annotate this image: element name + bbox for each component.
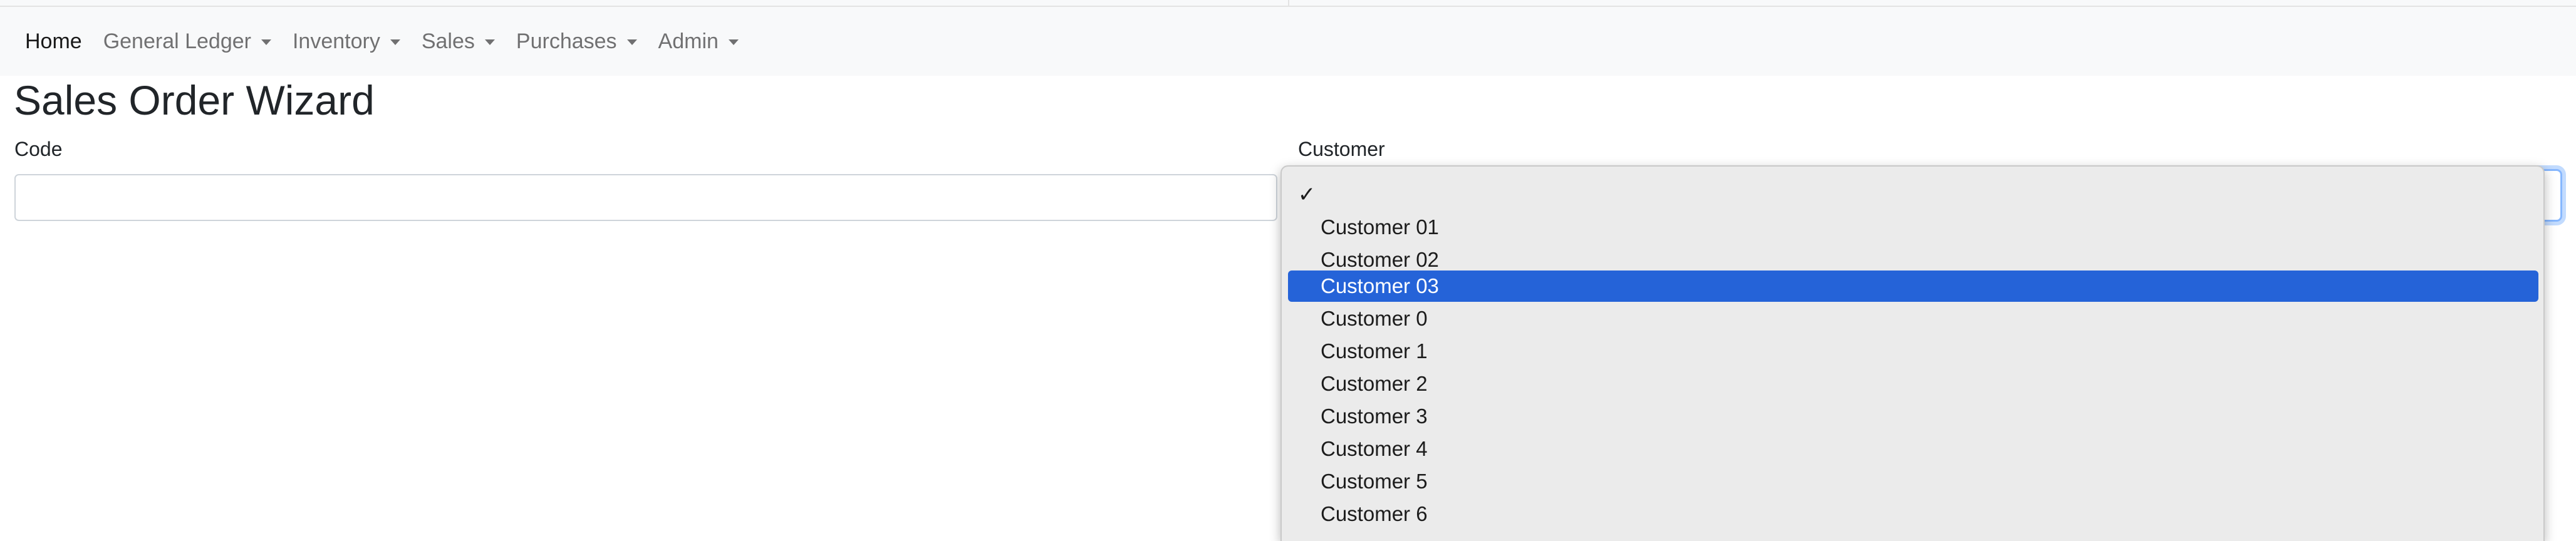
customer-option[interactable]: Customer 2 [1288, 368, 2538, 399]
option-label: Customer 03 [1321, 274, 1439, 297]
option-label: Customer 5 [1321, 470, 1428, 493]
nav-item-label: General Ledger [103, 29, 251, 53]
option-label: Customer 2 [1321, 372, 1428, 395]
customer-option-empty[interactable]: ✓ [1288, 179, 2538, 210]
code-input[interactable] [14, 174, 1277, 221]
option-label: Customer 0 [1321, 307, 1428, 330]
customer-option[interactable]: Customer 01 [1288, 212, 2538, 243]
customer-option[interactable]: Customer 3 [1288, 401, 2538, 432]
nav-item-inventory[interactable]: Inventory [293, 29, 400, 54]
nav-item-general-ledger[interactable]: General Ledger [103, 29, 271, 54]
customer-option[interactable]: Customer 4 [1288, 433, 2538, 465]
caret-down-icon [261, 39, 271, 45]
option-label: Customer 6 [1321, 502, 1428, 525]
customer-label: Customer [1298, 138, 1385, 160]
caret-down-icon [626, 39, 637, 45]
checkmark-icon: ✓ [1297, 183, 1316, 207]
customer-option[interactable]: Customer 5 [1288, 466, 2538, 497]
customer-dropdown-list[interactable]: ✓ Customer 01 Customer 02 Customer 03 Cu… [1280, 165, 2545, 541]
caret-down-icon [484, 39, 495, 45]
nav-item-home[interactable]: Home [25, 29, 82, 54]
top-strip [0, 0, 2576, 7]
option-label: Customer 3 [1321, 404, 1428, 428]
customer-option[interactable]: Customer 1 [1288, 336, 2538, 367]
customer-option[interactable]: Customer 0 [1288, 303, 2538, 334]
nav-item-label: Inventory [292, 29, 380, 53]
nav-item-label: Sales [421, 29, 475, 53]
option-label: Customer 02 [1321, 248, 1439, 271]
caret-down-icon [728, 39, 739, 45]
nav-item-label: Purchases [516, 29, 617, 53]
nav-item-sales[interactable]: Sales [422, 29, 495, 54]
customer-option[interactable]: Customer 6 [1288, 498, 2538, 530]
option-label: Customer 4 [1321, 437, 1428, 460]
nav-item-label: Home [25, 29, 82, 53]
customer-option-highlighted[interactable]: Customer 03 [1288, 270, 2538, 302]
option-label: Customer 1 [1321, 339, 1428, 363]
nav-item-label: Admin [658, 29, 719, 53]
nav-item-purchases[interactable]: Purchases [516, 29, 637, 54]
nav-item-admin[interactable]: Admin [658, 29, 739, 54]
caret-down-icon [390, 39, 400, 45]
page-title: Sales Order Wizard [14, 77, 375, 123]
option-label: Customer 01 [1321, 215, 1439, 239]
top-strip-divider [1288, 0, 1289, 7]
navbar: Home General Ledger Inventory Sales Purc… [0, 7, 2576, 76]
code-label: Code [14, 138, 63, 160]
